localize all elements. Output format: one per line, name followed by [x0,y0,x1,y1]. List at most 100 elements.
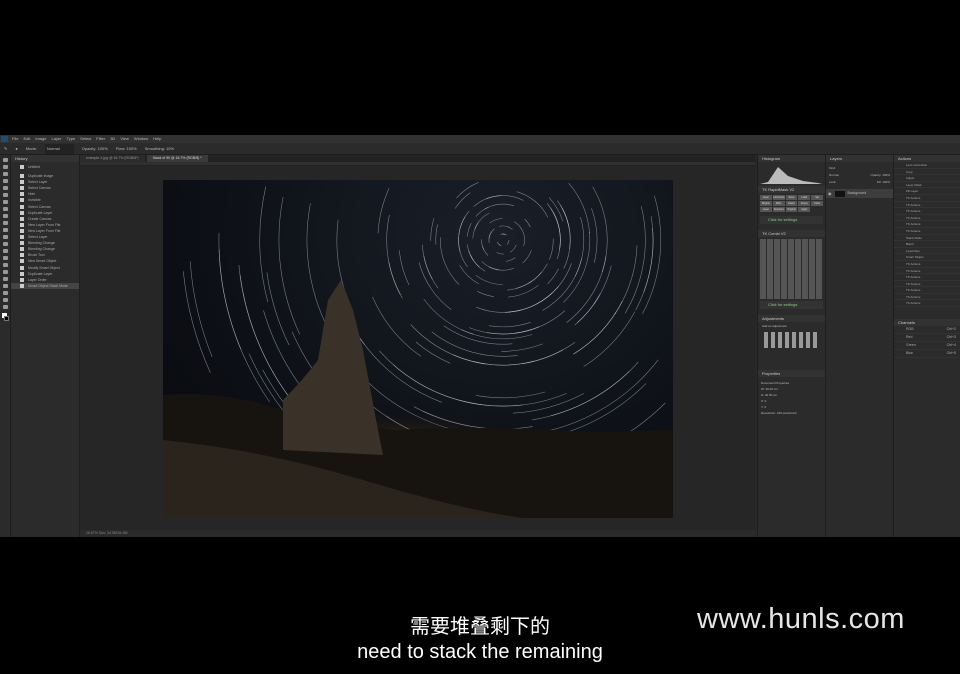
action-item[interactable]: Batch [894,241,960,248]
stamp-tool-icon[interactable] [2,221,8,225]
selected-button[interactable]: Selected [772,207,785,212]
action-item[interactable]: Stack Mode [894,235,960,242]
opacity-field[interactable]: Opacity: 100% [82,144,108,154]
star-trail [514,310,566,334]
action-item[interactable]: TK Actions [894,228,960,235]
more-tools-icon[interactable] [2,305,8,309]
action-item[interactable]: Load Files [894,248,960,255]
set-button[interactable]: Set [811,195,823,200]
action-item[interactable]: Fill Layer [894,188,960,195]
frame-tool-icon[interactable] [2,193,8,197]
eye-icon[interactable]: ◉ [828,189,832,198]
luminosity-button[interactable]: Luminosity [772,195,785,200]
blur-tool-icon[interactable] [2,249,8,253]
click-settings-2[interactable]: Click for settings [760,301,823,309]
mids-button[interactable]: Mids [772,201,785,206]
menu-3d[interactable]: 3D [110,135,115,143]
layer-button[interactable]: Layer [760,207,772,212]
smoothing-field[interactable]: Smoothing: 10% [145,144,174,154]
menu-window[interactable]: Window [134,135,148,143]
crop-tool-icon[interactable] [2,186,8,190]
apply-button[interactable]: Apply [798,207,811,212]
menu-select[interactable]: Select [80,135,91,143]
brush-tool-icon[interactable] [2,214,8,218]
action-item[interactable]: TK Actions [894,287,960,294]
brush-tool-icon[interactable]: ✎ [4,144,7,154]
tab-stack[interactable]: Stack of 90 @ 16.7% (RGB/8) * [146,155,208,162]
move-tool-icon[interactable] [2,158,8,162]
save-button[interactable]: Save [785,195,798,200]
hand-tool-icon[interactable] [2,291,8,295]
action-item[interactable]: Layer Mask [894,182,960,189]
action-item[interactable]: TK Actions [894,202,960,209]
lasso-tool-icon[interactable] [2,172,8,176]
background-color-swatch[interactable] [4,316,9,321]
action-item[interactable]: Adjust [894,175,960,182]
layer-opacity-field[interactable]: Opacity: 100% [870,172,890,179]
dodge-tool-icon[interactable] [2,256,8,260]
flow-field[interactable]: Flow: 100% [116,144,137,154]
pen-tool-icon[interactable] [2,263,8,267]
mode-select[interactable]: Normal [44,143,74,154]
layer-row[interactable]: ◉ Background [826,189,893,198]
zones-button[interactable]: Zones [798,201,811,206]
action-item[interactable]: TK Actions [894,268,960,275]
menu-image[interactable]: Image [35,135,46,143]
canvas-area[interactable] [80,166,755,530]
menu-type[interactable]: Type [67,135,76,143]
eyedropper-tool-icon[interactable] [2,200,8,204]
menu-help[interactable]: Help [153,135,161,143]
blend-mode-select[interactable]: Normal [829,172,839,179]
quick-select-tool-icon[interactable] [2,179,8,183]
menu-edit[interactable]: Edit [23,135,30,143]
gradient-tool-icon[interactable] [2,242,8,246]
channel-row[interactable]: Blue Ctrl+5 [894,350,960,359]
action-item[interactable]: Lens Correction [894,162,960,169]
action-item[interactable]: TK Actions [894,261,960,268]
channel-row[interactable]: Red Ctrl+3 [894,334,960,343]
action-item[interactable]: TK Actions [894,195,960,202]
path-select-icon[interactable] [2,277,8,281]
menu-layer[interactable]: Layer [51,135,61,143]
menu-view[interactable]: View [120,135,129,143]
action-item[interactable]: Crop [894,169,960,176]
action-item[interactable]: TK Actions [894,294,960,301]
layer-fill-field[interactable]: Fill: 100% [877,179,890,186]
darks-button[interactable]: Darks [785,201,798,206]
channel-row[interactable]: RGB Ctrl+2 [894,326,960,335]
layer-mask-button[interactable]: Layer Mask [760,195,772,200]
menu-filter[interactable]: Filter [96,135,105,143]
color-button[interactable]: Color [811,201,823,206]
tab-example[interactable]: example-1.jpg @ 16.7% (RGB/8*) [80,155,145,162]
history-brush-icon[interactable] [2,228,8,232]
marquee-tool-icon[interactable] [2,165,8,169]
channel-row[interactable]: Green Ctrl+4 [894,342,960,351]
star-trail [456,182,479,199]
action-item[interactable]: TK Actions [894,208,960,215]
click-settings-1[interactable]: Click for settings [760,216,823,224]
action-item[interactable]: TK Actions [894,281,960,288]
zoom-tool-icon[interactable] [2,298,8,302]
history-item[interactable]: Smart Object Stack Mode [11,282,79,289]
brights-button[interactable]: Brights [760,201,772,206]
menu-file[interactable]: File [12,135,18,143]
eraser-tool-icon[interactable] [2,235,8,239]
shape-tool-icon[interactable] [2,284,8,288]
combi-buttons[interactable] [760,239,823,299]
brush-preset-icon[interactable]: ● [15,144,17,154]
history-snapshot[interactable]: Untitled [11,164,79,170]
action-item[interactable]: TK Actions [894,215,960,222]
action-item[interactable]: TK Actions [894,274,960,281]
star-trail [514,221,522,230]
action-item[interactable]: TK Actions [894,300,960,308]
channel-name: Red [906,335,913,340]
action-item[interactable]: TK Actions [894,221,960,228]
load-button[interactable]: Load [798,195,811,200]
healing-tool-icon[interactable] [2,207,8,211]
layer-kind-filter[interactable]: Kind [829,165,835,172]
layer-lock[interactable]: Lock: [829,179,836,186]
type-tool-icon[interactable] [2,270,8,274]
action-item[interactable]: Smart Object [894,254,960,261]
original-button[interactable]: Original [785,207,798,212]
adjustment-icons[interactable] [764,332,819,348]
